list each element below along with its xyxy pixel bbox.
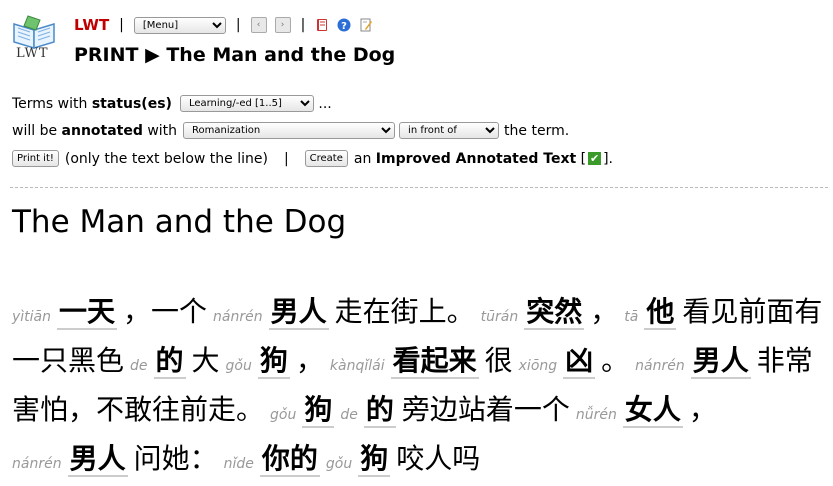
- term-word: 看起来: [390, 344, 479, 379]
- bracket-open: [: [576, 150, 587, 167]
- romanization-label: yìtiān: [12, 309, 52, 325]
- annotate-prefix-label: will be: [12, 122, 62, 139]
- top-bar: LWT | [Menu] | ‹ › | ?: [74, 14, 381, 36]
- romanization-label: nǐde: [223, 456, 254, 472]
- annotation-position-select[interactable]: in front of: [399, 122, 500, 139]
- next-text-icon[interactable]: ›: [274, 17, 291, 33]
- annotated-term: nǚrén 女人: [576, 388, 683, 437]
- text-segment: 旁边站着一个: [401, 393, 570, 426]
- term-word: 一天: [57, 295, 118, 330]
- romanization-label: nánrén: [213, 309, 263, 325]
- edit-text-icon[interactable]: [359, 18, 373, 32]
- previous-text-icon[interactable]: ‹: [250, 17, 267, 33]
- create-button[interactable]: Create: [304, 150, 348, 167]
- status-select[interactable]: Learning/-ed [1..5]: [179, 95, 314, 112]
- annotated-term: nánrén 男人: [12, 437, 128, 486]
- romanization-label: nánrén: [12, 456, 62, 472]
- improved-prefix: an: [353, 150, 376, 167]
- separator: |: [283, 150, 289, 167]
- term-word: 女人: [622, 393, 683, 428]
- annotated-term: de 的: [130, 339, 186, 388]
- romanization-label: de: [130, 358, 148, 374]
- romanization-label: xiōng: [518, 358, 558, 374]
- term-word: 狗: [302, 393, 335, 428]
- text-segment: 问她：: [133, 442, 218, 475]
- bracket-close: ].: [603, 150, 614, 167]
- annotated-term: gǒu 狗: [325, 437, 391, 486]
- text-segment: ，一个: [123, 295, 208, 328]
- annotated-term: nǐde 你的: [224, 437, 320, 486]
- term-word: 狗: [358, 442, 391, 477]
- help-icon[interactable]: ?: [337, 18, 351, 32]
- annotated-term: gǒu 狗: [226, 339, 290, 388]
- svg-text:?: ?: [341, 21, 347, 32]
- status-bold-label: status(es): [91, 95, 172, 112]
- annotation-row: will be annotated with Romanization in f…: [12, 122, 569, 139]
- romanization-label: nánrén: [635, 358, 685, 374]
- annotated-text-body: yìtiān 一天 ，一个 nánrén 男人 走在街上。 tūrán 突然， tā 他看见前面有…: [12, 290, 832, 486]
- annotate-mid-label: with: [142, 122, 178, 139]
- print-note: (only the text below the line): [64, 150, 268, 167]
- read-book-icon[interactable]: [315, 18, 329, 32]
- romanization-label: de: [340, 407, 358, 423]
- text-segment: ，: [688, 393, 717, 426]
- status-suffix: ...: [313, 95, 332, 112]
- term-word: 男人: [268, 295, 329, 330]
- menu-select[interactable]: [Menu]: [133, 16, 226, 34]
- annotate-suffix-label: the term.: [504, 122, 570, 139]
- annotated-term: gǒu 狗: [270, 388, 335, 437]
- term-word: 你的: [259, 442, 320, 477]
- text-segment: ，: [590, 295, 619, 328]
- romanization-label: gǒu: [225, 358, 252, 374]
- status-prefix-label: Terms with: [12, 95, 92, 112]
- romanization-label: tā: [624, 309, 639, 325]
- term-word: 男人: [690, 344, 751, 379]
- term-word: 凶: [563, 344, 596, 379]
- term-word: 男人: [67, 442, 128, 477]
- annotated-term: nánrén 男人: [635, 339, 751, 388]
- improved-annotated-text-label: Improved Annotated Text: [375, 150, 577, 167]
- separator: |: [235, 17, 241, 33]
- annotated-term: tūrán 突然: [481, 290, 585, 339]
- text-segment: 。: [601, 344, 630, 377]
- actions-row: Print it! (only the text below the line)…: [12, 150, 613, 167]
- text-segment: 咬人吗: [396, 442, 481, 475]
- term-word: 的: [153, 344, 186, 379]
- annotation-type-select[interactable]: Romanization: [183, 122, 396, 139]
- romanization-label: nǚrén: [575, 407, 617, 423]
- romanization-label: gǒu: [325, 456, 353, 472]
- annotated-term: kànqǐlái 看起来: [330, 339, 479, 388]
- logo-text: LWT: [16, 46, 49, 61]
- annotated-term: xiōng 凶: [519, 339, 596, 388]
- separator: |: [119, 17, 124, 33]
- text-segment: 走在街上。: [334, 295, 475, 328]
- status-row: Terms with status(es) Learning/-ed [1..5…: [12, 95, 332, 112]
- text-title: The Man and the Dog: [12, 204, 347, 240]
- checkmark-icon[interactable]: ✔: [588, 152, 602, 165]
- text-segment: ，: [295, 344, 324, 377]
- annotated-term: yìtiān 一天: [12, 290, 118, 339]
- page-title: PRINT ▶ The Man and the Dog: [74, 44, 396, 66]
- term-word: 狗: [257, 344, 290, 379]
- romanization-label: gǒu: [270, 407, 297, 423]
- romanization-label: tūrán: [480, 309, 519, 325]
- term-word: 突然: [524, 295, 585, 330]
- text-segment: 很: [484, 344, 513, 377]
- term-word: 他: [644, 295, 677, 330]
- annotated-term: nánrén 男人: [213, 290, 329, 339]
- term-word: 的: [363, 393, 396, 428]
- text-segment: 大: [191, 344, 220, 377]
- separator: |: [300, 17, 306, 33]
- divider-line: [10, 187, 828, 188]
- annotated-term: tā 他: [624, 290, 677, 339]
- annotated-term: de 的: [340, 388, 396, 437]
- annotate-bold-label: annotated: [61, 122, 143, 139]
- lwt-home-link[interactable]: LWT: [74, 16, 109, 34]
- book-logo-icon: [13, 15, 55, 50]
- print-button[interactable]: Print it!: [12, 150, 59, 167]
- romanization-label: kànqǐlái: [329, 358, 385, 374]
